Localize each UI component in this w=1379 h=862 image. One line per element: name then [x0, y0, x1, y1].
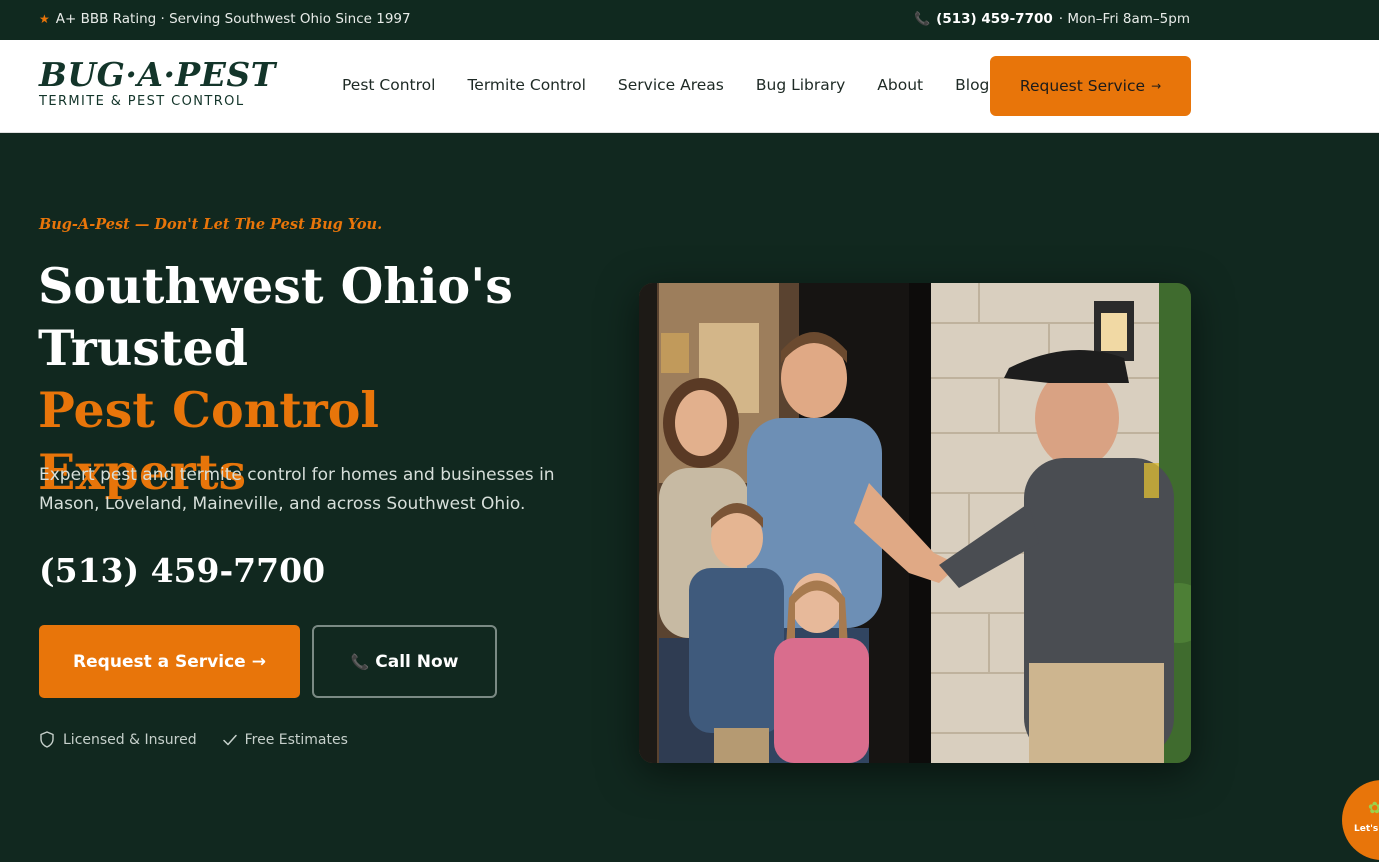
nav-blog[interactable]: Blog — [955, 76, 989, 94]
nav-termite-control[interactable]: Termite Control — [467, 76, 585, 94]
badge-licensed: Licensed & Insured — [39, 731, 197, 748]
phone-icon: 📞 — [350, 652, 370, 671]
hero-photo — [639, 283, 1191, 763]
badge-free-estimates: Free Estimates — [222, 731, 348, 748]
nav-bug-library[interactable]: Bug Library — [756, 76, 845, 94]
request-a-service-label: Request a Service — [73, 651, 246, 672]
arrow-right-icon: → — [1151, 79, 1162, 93]
rating-info: ★ A+ BBB Rating · Serving Southwest Ohio… — [39, 11, 411, 27]
logo-sub-text: TERMITE & PEST CONTROL — [39, 94, 245, 109]
logo[interactable]: BUG·A·PEST TERMITE & PEST CONTROL — [39, 55, 276, 110]
hero-section: Bug-A-Pest — Don't Let The Pest Bug You.… — [0, 133, 1379, 862]
contact-info: 📞 (513) 459-7700 · Mon–Fri 8am–5pm — [914, 11, 1190, 27]
check-icon — [222, 734, 237, 745]
logo-main-text: BUG·A·PEST — [39, 55, 276, 94]
nav-about[interactable]: About — [877, 76, 923, 94]
request-a-service-button[interactable]: Request a Service → — [39, 625, 300, 698]
hero-title-line1: Southwest Ohio's — [38, 257, 513, 315]
chat-label: Let's — [1354, 824, 1379, 834]
star-icon: ★ — [39, 12, 50, 26]
call-now-button[interactable]: 📞 Call Now — [312, 625, 497, 698]
rating-text: A+ BBB Rating · Serving Southwest Ohio S… — [55, 11, 411, 27]
arrow-right-icon: → — [251, 651, 266, 672]
trust-badges: Licensed & Insured Free Estimates — [39, 731, 348, 748]
badge-licensed-label: Licensed & Insured — [63, 731, 197, 748]
top-bar: ★ A+ BBB Rating · Serving Southwest Ohio… — [0, 0, 1379, 40]
nav-pest-control[interactable]: Pest Control — [342, 76, 435, 94]
shield-icon — [40, 731, 54, 748]
request-service-button[interactable]: Request Service → — [990, 56, 1191, 116]
hero-tagline: Bug-A-Pest — Don't Let The Pest Bug You. — [39, 216, 383, 233]
bug-icon: ✿ — [1368, 798, 1379, 817]
topbar-phone-link[interactable]: (513) 459-7700 — [936, 11, 1053, 27]
request-service-label: Request Service — [1019, 77, 1146, 95]
badge-free-estimates-label: Free Estimates — [244, 731, 348, 748]
hero-description: Expert pest and termite control for home… — [39, 465, 555, 514]
nav-service-areas[interactable]: Service Areas — [618, 76, 724, 94]
site-header: BUG·A·PEST TERMITE & PEST CONTROL Pest C… — [0, 40, 1379, 133]
main-nav: Pest Control Termite Control Service Are… — [342, 76, 989, 94]
business-hours: · Mon–Fri 8am–5pm — [1058, 11, 1190, 27]
phone-icon: 📞 — [913, 11, 931, 27]
call-now-label: Call Now — [375, 651, 459, 672]
hero-title-line2: Trusted — [38, 319, 248, 377]
hero-phone-link[interactable]: (513) 459-7700 — [39, 551, 325, 590]
